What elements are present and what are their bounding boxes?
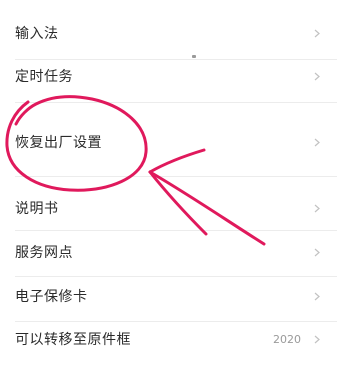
settings-screen: 输入法 定时任务 恢复出厂设置 说明书 服务网点 电子保修卡 可以转移至原件框 … (0, 0, 337, 348)
divider (15, 176, 337, 177)
settings-item-label: 可以转移至原件框 (15, 332, 131, 348)
chevron-right-icon (311, 27, 323, 39)
settings-item-transfer[interactable]: 可以转移至原件框 2020 (0, 312, 337, 366)
settings-item-label: 说明书 (15, 201, 59, 217)
settings-item-factory-reset[interactable]: 恢复出厂设置 (0, 115, 337, 169)
settings-item-label: 输入法 (15, 26, 59, 42)
settings-item-value: 2020 (273, 332, 301, 346)
chevron-right-icon (311, 290, 323, 302)
chevron-right-icon (311, 136, 323, 148)
chevron-right-icon (311, 246, 323, 258)
chevron-right-icon (311, 70, 323, 82)
chevron-right-icon (311, 202, 323, 214)
settings-item-label: 恢复出厂设置 (15, 135, 102, 151)
settings-item-scheduled-tasks[interactable]: 定时任务 (0, 49, 337, 103)
settings-item-label: 服务网点 (15, 245, 73, 261)
settings-item-label: 定时任务 (15, 69, 73, 85)
settings-item-label: 电子保修卡 (15, 289, 88, 305)
chevron-right-icon (311, 333, 323, 345)
divider (15, 102, 337, 103)
